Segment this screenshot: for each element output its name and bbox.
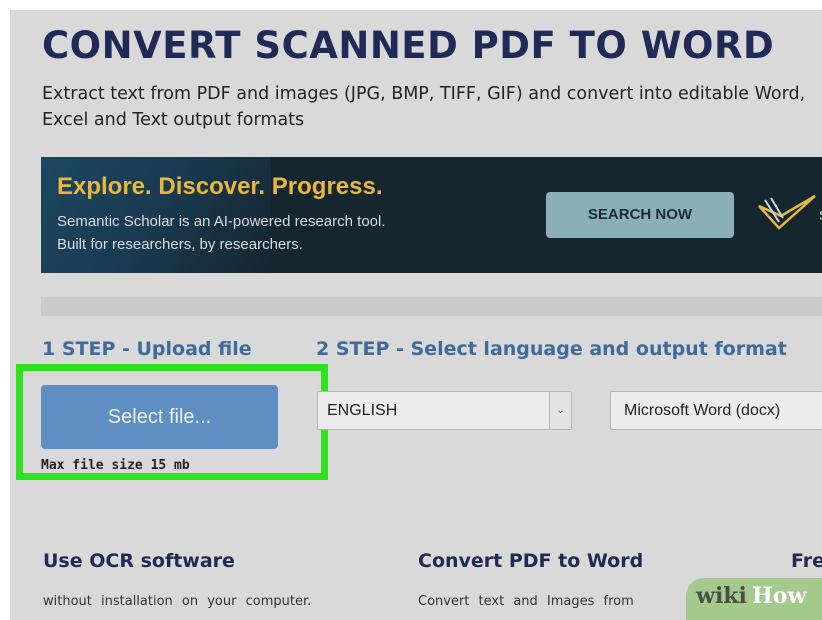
section-divider: [41, 297, 822, 316]
language-select[interactable]: ENGLISH ⌄: [317, 391, 572, 430]
language-selected-value: ENGLISH: [327, 402, 398, 419]
select-file-button[interactable]: Select file...: [41, 385, 278, 449]
semantic-scholar-logo-icon: [758, 194, 816, 230]
max-file-size-note: Max file size 15 mb: [41, 458, 190, 469]
page-title: CONVERT SCANNED PDF TO WORD: [42, 24, 775, 67]
ad-banner[interactable]: Explore. Discover. Progress. Semantic Sc…: [41, 157, 822, 273]
ad-search-now-button[interactable]: SEARCH NOW: [546, 192, 734, 238]
ad-description: Semantic Scholar is an AI-powered resear…: [57, 210, 386, 256]
feature-heading-ocr: Use OCR software: [43, 550, 235, 572]
watermark-how: How: [752, 583, 807, 609]
wikihow-watermark: wiki How: [686, 578, 822, 620]
feature-heading-convert: Convert PDF to Word: [418, 550, 644, 572]
output-format-selected-value: Microsoft Word (docx): [624, 402, 781, 419]
ad-headline: Explore. Discover. Progress.: [57, 173, 383, 200]
watermark-wiki: wiki: [696, 583, 747, 609]
ad-line-2: Built for researchers, by researchers.: [57, 236, 303, 253]
page: CONVERT SCANNED PDF TO WORD Extract text…: [10, 10, 822, 620]
page-subtitle: Extract text from PDF and images (JPG, B…: [42, 84, 806, 130]
feature-text-convert: Convert text and Images from: [418, 594, 634, 609]
step-1-label: 1 STEP - Upload file: [42, 338, 252, 360]
feature-heading-free: Fre: [791, 550, 822, 572]
output-format-select[interactable]: Microsoft Word (docx): [610, 391, 822, 430]
step-2-label: 2 STEP - Select language and output form…: [316, 338, 787, 360]
ad-line-1: Semantic Scholar is an AI-powered resear…: [57, 213, 386, 230]
feature-text-ocr: without installation on your computer.: [43, 594, 312, 609]
chevron-down-icon[interactable]: ⌄: [549, 392, 571, 429]
